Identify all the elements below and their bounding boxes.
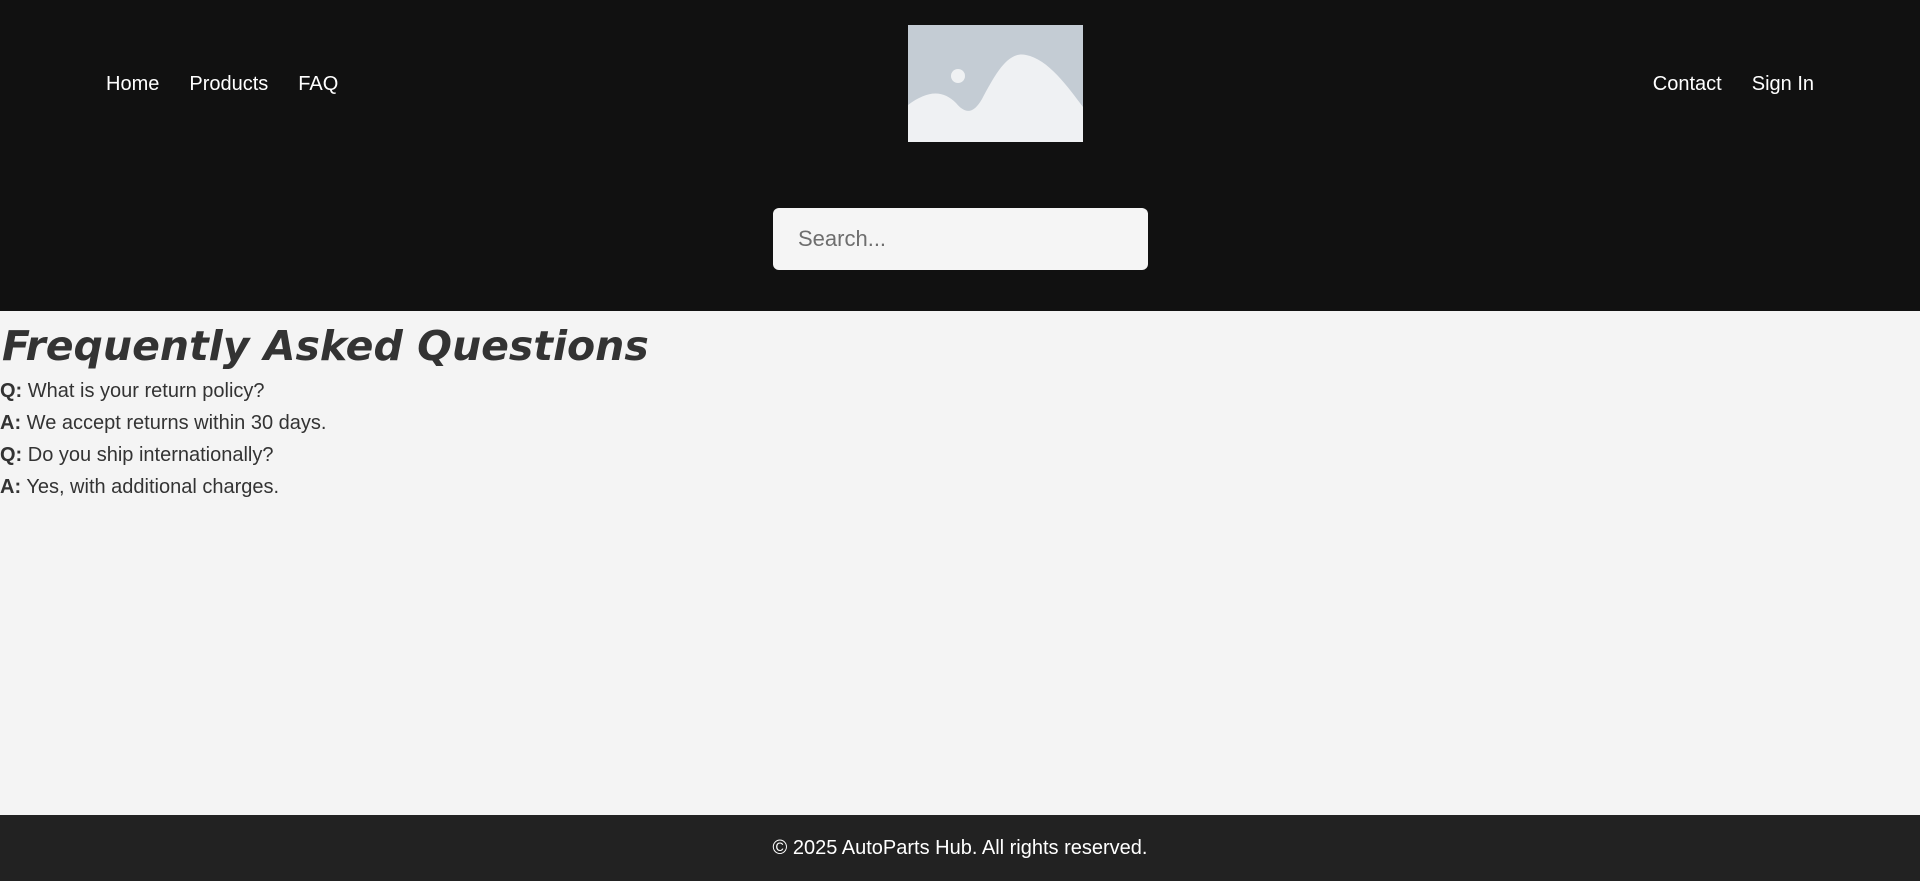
faq-prefix: A: bbox=[0, 476, 22, 498]
faq-text: We accept returns within 30 days. bbox=[26, 412, 327, 434]
nav-link-faq[interactable]: FAQ bbox=[298, 72, 338, 96]
logo-image-placeholder-icon[interactable] bbox=[908, 25, 1083, 142]
faq-text: What is your return policy? bbox=[27, 380, 265, 402]
faq-text: Yes, with additional charges. bbox=[26, 476, 280, 498]
site-header: Home Products FAQ Contact Sign In bbox=[0, 0, 1920, 311]
copyright-text: © 2025 AutoParts Hub. All rights reserve… bbox=[772, 837, 1148, 859]
faq-question: Q: What is your return policy? bbox=[0, 379, 265, 403]
faq-text: Do you ship internationally? bbox=[27, 444, 274, 466]
faq-prefix: Q: bbox=[0, 380, 23, 402]
page-title: Frequently Asked Questions bbox=[2, 322, 649, 370]
page: Home Products FAQ Contact Sign In Freque… bbox=[0, 0, 1920, 881]
nav-link-home[interactable]: Home bbox=[106, 72, 159, 96]
faq-answer: A: Yes, with additional charges. bbox=[0, 475, 279, 499]
faq-prefix: Q: bbox=[0, 444, 23, 466]
site-footer: © 2025 AutoParts Hub. All rights reserve… bbox=[0, 815, 1920, 881]
nav-link-contact[interactable]: Contact bbox=[1653, 72, 1722, 96]
search-box bbox=[773, 208, 1148, 270]
faq-section: Frequently Asked Questions Q: What is yo… bbox=[0, 311, 1920, 815]
nav-link-sign-in[interactable]: Sign In bbox=[1752, 72, 1814, 96]
search-input[interactable] bbox=[773, 208, 1148, 270]
nav-link-products[interactable]: Products bbox=[189, 72, 268, 96]
faq-question: Q: Do you ship internationally? bbox=[0, 443, 273, 467]
faq-answer: A: We accept returns within 30 days. bbox=[0, 411, 326, 435]
primary-nav: Home Products FAQ bbox=[106, 72, 338, 96]
account-nav: Contact Sign In bbox=[1653, 72, 1814, 96]
faq-prefix: A: bbox=[0, 412, 22, 434]
